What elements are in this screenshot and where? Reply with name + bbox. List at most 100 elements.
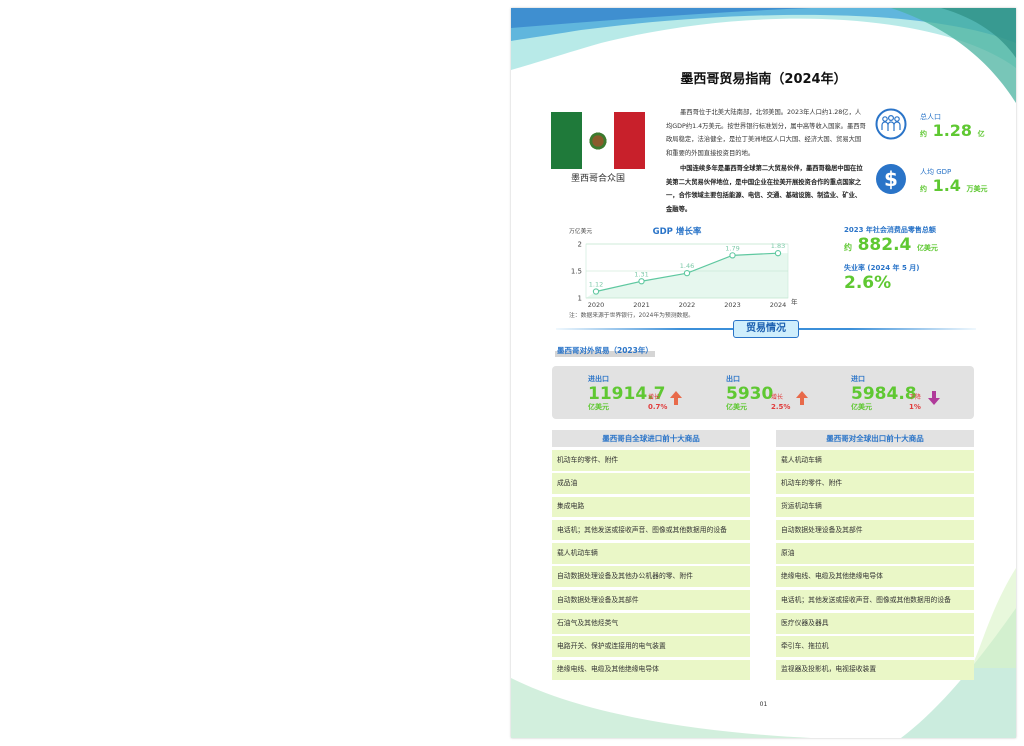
y-tick-label: 1 (578, 295, 582, 303)
data-point (592, 288, 600, 295)
list-item: 机动车的零件、附件 (776, 473, 974, 494)
chart-note: 注：数据来源于世界银行，2024年为预测数据。 (569, 313, 694, 319)
export-change: 2.5% (771, 403, 791, 411)
retail-label: 2023 年社会消费品零售总额 (844, 226, 936, 234)
retail-value: 882.4 (857, 235, 912, 255)
trade-section-title: 贸易情况 (733, 320, 799, 338)
population-unit: 亿 (977, 130, 985, 138)
data-label: 1.83 (771, 242, 785, 250)
import-change: 1% (909, 403, 921, 411)
list-item: 货运机动车辆 (776, 496, 974, 518)
trade-total-change: 0.7% (648, 403, 668, 411)
import-unit: 亿美元 (851, 403, 872, 411)
chart-title: GDP 增长率 (653, 226, 702, 237)
up-arrow-icon (670, 391, 682, 405)
list-item: 医疗仪器及器具 (776, 613, 974, 634)
gdp-per-capita-value-group: 约 1.4 万美元 (920, 176, 988, 195)
flag-caption: 墨西哥合众国 (570, 174, 625, 184)
gdp-line-chart: 1 1.5 2 2020 2021 2022 2023 2024 万亿美元年 GDP 增长率 1.1… (569, 226, 798, 309)
list-item: 集成电路 (552, 496, 750, 518)
list-item: 自动数据处理设备及其部件 (776, 519, 974, 541)
list-item: 电路开关、保护或连接用的电气装置 (552, 636, 750, 657)
export-cell: 出口 5930 亿美元 增长 2.5% (726, 366, 846, 419)
list-item: 成品油 (552, 473, 750, 494)
x-axis-label: 年 (791, 297, 798, 306)
retail-value-group: 约 882.4 亿美元 (844, 235, 1004, 255)
export-value: 5930 (726, 384, 774, 404)
export-change-label: 增长 (771, 394, 784, 401)
unemployment-value: 2.6% (844, 273, 892, 293)
export-label: 出口 (726, 375, 740, 383)
list-item: 绝缘电线、电缆及其他绝缘电导体 (552, 659, 750, 681)
trade-total-label: 进出口 (588, 375, 609, 383)
imports-list: 墨西哥自全球进口前十大商品 机动车的零件、附件 成品油 集成电路 电话机；其他发送或接… (552, 430, 750, 683)
list-item: 机动车的零件、附件 (552, 450, 750, 471)
x-tick-label: 2022 (679, 301, 696, 309)
page-number: 01 (759, 701, 768, 708)
intro-paragraph-bold: 中国连续多年是墨西哥全球第二大贸易伙伴，墨西哥稳居中国在拉美第二大贸易伙伴地位，… (666, 165, 863, 213)
x-tick-label: 2021 (633, 301, 650, 309)
retail-unit: 亿美元 (916, 244, 938, 252)
list-item: 绝缘电线、电缆及其他绝缘电导体 (776, 566, 974, 587)
intro-text: 墨西哥位于北美大陆南部，北邻美国。2023年人口约1.28亿，人均GDP约1.4… (666, 106, 866, 218)
dollar-icon: $ (876, 164, 906, 194)
trade-total-cell: 进出口 11914.7 亿美元 增长 0.7% (588, 366, 708, 419)
y-tick-label: 1.5 (571, 268, 582, 276)
population-value: 1.28 (932, 121, 973, 140)
data-point (683, 270, 691, 277)
gdp-per-capita-value: 1.4 (932, 176, 961, 195)
import-cell: 进口 5984.8 亿美元 下降 1% (851, 366, 971, 419)
people-icon (875, 108, 907, 140)
trade-total-change-label: 增长 (648, 394, 661, 401)
trade-summary-panel: 进出口 11914.7 亿美元 增长 0.7% 出口 5930 亿美元 增长 2… (552, 366, 974, 419)
data-point (774, 250, 782, 257)
exports-title: 墨西哥对全球出口前十大商品 (776, 430, 974, 447)
intro-paragraph: 墨西哥位于北美大陆南部，北邻美国。2023年人口约1.28亿，人均GDP约1.4… (666, 109, 866, 157)
data-label: 1.79 (725, 244, 739, 252)
list-item: 原油 (776, 543, 974, 564)
gdp-per-capita-unit: 万美元 (966, 185, 988, 193)
list-item: 监视器及投影机，电视接收装置 (776, 659, 974, 681)
up-arrow-icon (796, 391, 808, 405)
list-item: 电话机；其他发送或接收声音、图像或其他数据用的设备 (552, 519, 750, 541)
trade-subtitle: 墨西哥对外贸易（2023年） (555, 344, 655, 357)
imports-title: 墨西哥自全球进口前十大商品 (552, 430, 750, 447)
list-item: 牵引车、拖拉机 (776, 636, 974, 657)
page-title: 墨西哥贸易指南（2024年） (680, 72, 847, 87)
list-item: 自动数据处理设备及其他办公机器的零、附件 (552, 566, 750, 587)
data-label: 1.31 (634, 270, 648, 278)
svg-text:$: $ (884, 167, 898, 191)
x-tick-label: 2020 (588, 301, 605, 309)
trade-total-unit: 亿美元 (588, 403, 609, 411)
list-item: 石油气及其他烃类气 (552, 613, 750, 634)
data-point (729, 252, 736, 259)
import-value: 5984.8 (851, 384, 917, 404)
y-tick-label: 2 (578, 241, 582, 249)
list-item: 电话机；其他发送或接收声音、图像或其他数据用的设备 (776, 589, 974, 611)
data-label: 1.46 (680, 262, 694, 270)
data-point (638, 278, 645, 285)
document-page: 墨西哥贸易指南（2024年） 墨西哥合众国 墨西哥位于北美大陆南部，北邻美国。2… (511, 8, 1016, 738)
data-label: 1.12 (589, 281, 603, 289)
import-label: 进口 (851, 375, 865, 383)
exports-list: 墨西哥对全球出口前十大商品 载人机动车辆 机动车的零件、附件 货运机动车辆 自动数据处… (776, 430, 974, 683)
y-axis-label: 万亿美元 (569, 227, 592, 235)
retail-prefix: 约 (844, 243, 852, 252)
coat-of-arms-icon (587, 130, 608, 151)
list-item: 载人机动车辆 (552, 543, 750, 564)
population-value-group: 约 1.28 亿 (920, 121, 985, 140)
list-item: 载人机动车辆 (776, 450, 974, 471)
x-tick-label: 2023 (724, 301, 741, 309)
gdp-per-capita-prefix: 约 (920, 185, 927, 193)
x-tick-label: 2024 (770, 301, 787, 309)
export-unit: 亿美元 (726, 403, 747, 411)
population-prefix: 约 (920, 130, 927, 138)
unemployment-value-group: 2.6% (844, 273, 1004, 293)
unemployment-label: 失业率 (2024 年 5 月) (844, 264, 920, 272)
unemployment-kpi: 失业率 (2024 年 5 月) 2.6% (844, 263, 1004, 293)
down-arrow-icon (928, 391, 940, 405)
list-item: 自动数据处理设备及其部件 (552, 589, 750, 611)
import-change-label: 下降 (909, 394, 922, 401)
retail-kpi: 2023 年社会消费品零售总额 约 882.4 亿美元 (844, 225, 1004, 255)
mexico-flag-image (551, 112, 645, 169)
